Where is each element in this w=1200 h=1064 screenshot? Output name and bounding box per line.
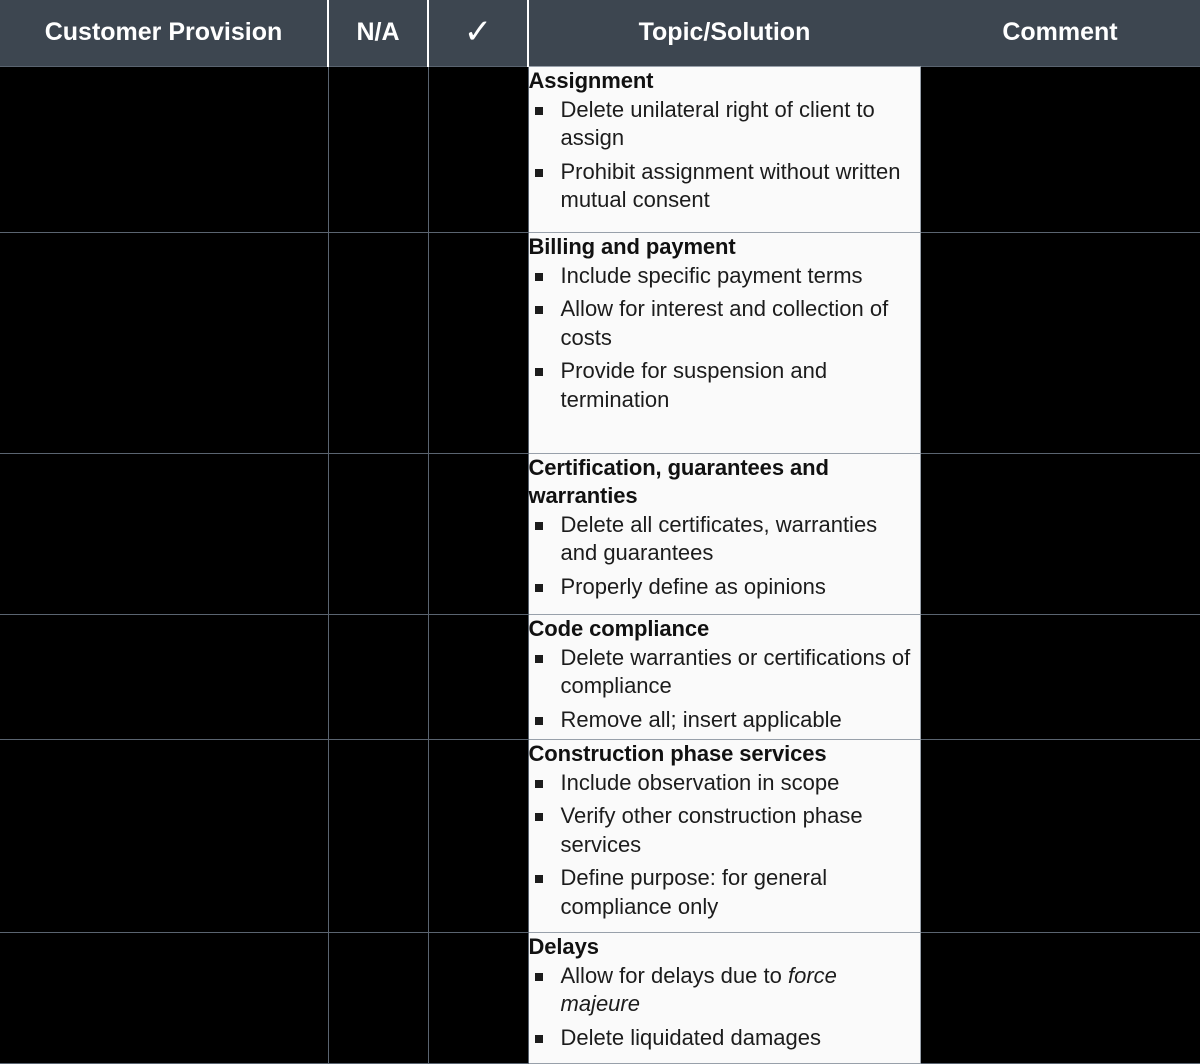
cell-topic-solution: Certification, guarantees and warranties…	[527, 452, 921, 615]
cell-topic-solution: Delays Allow for delays due to force maje…	[527, 931, 921, 1064]
cell-comment[interactable]	[919, 613, 1200, 740]
cell-na[interactable]	[327, 65, 429, 233]
topic-solution-item: Include specific payment terms	[529, 262, 920, 291]
cell-comment[interactable]	[919, 738, 1200, 933]
table-body: Assignment Delete unilateral right of cli…	[0, 65, 1200, 1064]
column-header-comment: Comment	[920, 0, 1200, 66]
cell-check[interactable]	[427, 231, 529, 454]
column-header-check: ✓	[428, 0, 529, 66]
cell-comment[interactable]	[919, 931, 1200, 1064]
topic-solution-item: Properly define as opinions	[529, 573, 920, 602]
topic-solution-list: Include specific payment terms Allow for …	[529, 262, 920, 415]
topic-solution-item: Allow for interest and collection of cos…	[529, 295, 920, 352]
cell-comment[interactable]	[919, 65, 1200, 233]
table-row: Construction phase services Include obser…	[0, 738, 1200, 933]
table-row: Certification, guarantees and warranties…	[0, 452, 1200, 615]
cell-topic-solution: Assignment Delete unilateral right of cli…	[527, 65, 921, 233]
table-row: Code compliance Delete warranties or cert…	[0, 613, 1200, 740]
topic-title: Billing and payment	[528, 233, 736, 259]
cell-check[interactable]	[427, 613, 529, 740]
cell-customer-provision[interactable]	[0, 452, 329, 615]
topic-solution-list: Delete warranties or certifications of c…	[529, 644, 920, 735]
column-header-na: N/A	[328, 0, 429, 66]
cell-comment[interactable]	[919, 231, 1200, 454]
cell-topic-solution: Construction phase services Include obser…	[527, 738, 921, 933]
cell-customer-provision[interactable]	[0, 931, 329, 1064]
topic-title: Code compliance	[528, 615, 710, 641]
topic-solution-item: Delete liquidated damages	[529, 1024, 920, 1053]
cell-na[interactable]	[327, 613, 429, 740]
header-row: Customer Provision N/A ✓ Topic/Solution …	[0, 0, 1200, 66]
topic-title: Delays	[528, 933, 599, 959]
cell-topic-solution: Code compliance Delete warranties or cert…	[527, 613, 921, 740]
cell-check[interactable]	[427, 452, 529, 615]
check-icon: ✓	[463, 12, 493, 51]
cell-check[interactable]	[427, 65, 529, 233]
topic-title: Assignment	[528, 67, 654, 93]
table-row: Billing and payment Include specific paym…	[0, 231, 1200, 454]
topic-solution-item: Delete unilateral right of client to ass…	[529, 96, 920, 153]
cell-check[interactable]	[427, 738, 529, 933]
column-header-topic-solution: Topic/Solution	[528, 0, 920, 66]
table-header: Customer Provision N/A ✓ Topic/Solution …	[0, 0, 1200, 66]
topic-solution-list: Include observation in scope Verify other…	[529, 769, 920, 922]
topic-solution-list: Allow for delays due to force majeure Del…	[529, 962, 920, 1053]
cell-na[interactable]	[327, 231, 429, 454]
topic-solution-list: Delete all certificates, warranties and …	[529, 511, 920, 602]
cell-customer-provision[interactable]	[0, 613, 329, 740]
topic-solution-item: Provide for suspension and termination	[529, 357, 920, 414]
topic-solution-item: Delete warranties or certifications of c…	[529, 644, 920, 701]
cell-na[interactable]	[327, 452, 429, 615]
cell-customer-provision[interactable]	[0, 65, 329, 233]
cell-na[interactable]	[327, 931, 429, 1064]
topic-solution-item: Define purpose: for general compliance o…	[529, 864, 920, 921]
cell-customer-provision[interactable]	[0, 231, 329, 454]
cell-comment[interactable]	[919, 452, 1200, 615]
table-row: Delays Allow for delays due to force maje…	[0, 931, 1200, 1064]
column-header-customer-provision: Customer Provision	[0, 0, 329, 66]
topic-solution-item: Delete all certificates, warranties and …	[529, 511, 920, 568]
topic-solution-item: Prohibit assignment without written mutu…	[529, 158, 920, 215]
topic-title: Certification, guarantees and warranties	[528, 454, 829, 508]
topic-solution-item: Verify other construction phase services	[529, 802, 920, 859]
topic-solution-item: Remove all; insert applicable	[529, 706, 920, 735]
topic-solution-list: Delete unilateral right of client to ass…	[529, 96, 920, 215]
cell-na[interactable]	[327, 738, 429, 933]
topic-solution-item: Allow for delays due to force majeure	[529, 962, 920, 1019]
topic-title: Construction phase services	[528, 740, 827, 766]
topic-solution-item: Include observation in scope	[529, 769, 920, 798]
table-row: Assignment Delete unilateral right of cli…	[0, 65, 1200, 233]
cell-topic-solution: Billing and payment Include specific paym…	[527, 231, 921, 454]
contract-review-checklist-table: Customer Provision N/A ✓ Topic/Solution …	[0, 0, 1200, 1064]
cell-check[interactable]	[427, 931, 529, 1064]
cell-customer-provision[interactable]	[0, 738, 329, 933]
